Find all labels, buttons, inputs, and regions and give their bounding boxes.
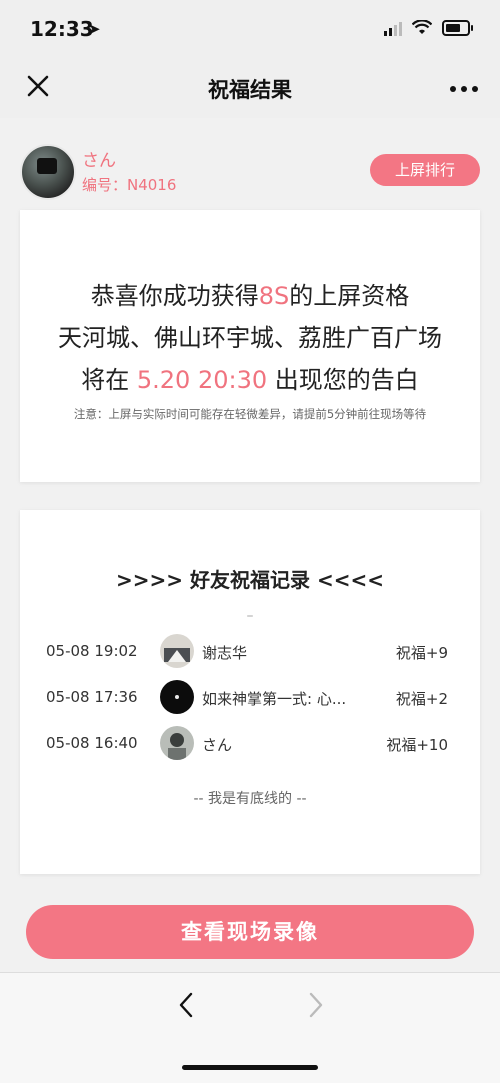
more-icon[interactable] [450, 86, 478, 92]
back-icon[interactable] [176, 991, 196, 1019]
screen-grade: 8S [258, 282, 290, 310]
user-id: 编号：N4016 [82, 176, 177, 194]
avatar [160, 634, 194, 668]
record-title: >>>> 好友祝福记录 <<<< [116, 568, 384, 592]
record-bless: 祝福+2 [395, 690, 448, 708]
record-name: 谢志华 [202, 644, 248, 662]
schedule-text: 将在 [81, 366, 137, 394]
signal-icon [384, 20, 402, 36]
record-time: 05-08 19:02 [46, 642, 138, 660]
list-item[interactable]: 05-08 19:02 谢志华 祝福+9 [20, 632, 480, 672]
list-item[interactable]: 05-08 17:36 如来神掌第一式: 心... 祝福+2 [20, 678, 480, 718]
location-arrow-icon: ➤ [88, 20, 101, 38]
record-time: 05-08 16:40 [46, 734, 138, 752]
user-info: さん 编号：N4016 上屏排行 [0, 118, 500, 208]
list-item[interactable]: 05-08 16:40 さん 祝福+10 [20, 724, 480, 764]
congrats-text: 恭喜你成功获得 [90, 282, 259, 310]
list-end-text: -- 我是有底线的 -- [193, 791, 307, 807]
wifi-icon [412, 20, 432, 34]
avatar [20, 144, 76, 200]
result-card: 恭喜你成功获得8S的上屏资格 天河城、佛山环宇城、荔胜广百广场 将在 5.20 … [20, 210, 480, 482]
view-video-button[interactable]: 查看现场录像 [26, 905, 474, 959]
avatar [160, 680, 194, 714]
schedule-line: 将在 5.20 20:30 出现您的告白 [20, 360, 480, 395]
record-divider: – [246, 608, 254, 624]
notice-text: 注意：上屏与实际时间可能存在轻微差异，请提前5分钟前往现场等待 [73, 407, 427, 421]
record-bless: 祝福+10 [386, 736, 448, 754]
status-time: 12:33 [30, 17, 94, 41]
battery-icon [442, 20, 473, 36]
forward-icon[interactable] [306, 991, 326, 1019]
status-icons [384, 20, 473, 36]
nav-bar: 祝福结果 [0, 58, 500, 118]
rank-button[interactable]: 上屏排行 [370, 154, 480, 186]
friend-bless-card: >>>> 好友祝福记录 <<<< – 05-08 19:02 谢志华 祝福+9 … [20, 510, 480, 874]
user-name: さん [82, 151, 116, 171]
record-name: さん [202, 736, 233, 754]
congrats-line-1: 恭喜你成功获得8S的上屏资格 [20, 276, 480, 311]
congrats-text: 的上屏资格 [289, 282, 410, 310]
record-time: 05-08 17:36 [46, 688, 138, 706]
schedule-time: 5.20 20:30 [136, 366, 268, 394]
schedule-text: 出现您的告白 [267, 366, 419, 394]
venues-line: 天河城、佛山环宇城、荔胜广百广场 [58, 324, 442, 352]
browser-toolbar [0, 972, 500, 1083]
home-indicator [182, 1065, 318, 1070]
record-name: 如来神掌第一式: 心... [202, 690, 347, 708]
record-bless: 祝福+9 [395, 644, 448, 662]
page-title: 祝福结果 [208, 78, 292, 102]
status-bar: 12:33 ➤ [0, 0, 500, 58]
avatar [160, 726, 194, 760]
